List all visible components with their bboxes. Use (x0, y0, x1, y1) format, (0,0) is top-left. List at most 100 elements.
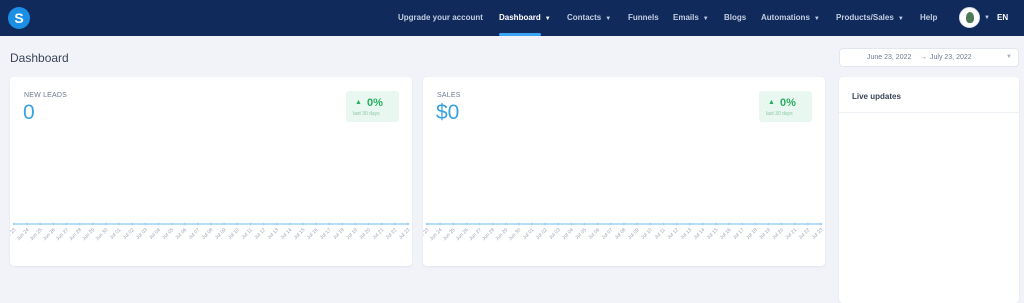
x-tick-label: Jul 16 (306, 227, 320, 241)
nav-dashboard[interactable]: Dashboard ▼ (499, 0, 551, 36)
x-tick-label: Jul 04 (561, 227, 575, 241)
x-tick-label: Jun 29 (81, 227, 96, 242)
data-point (649, 222, 652, 226)
x-tick-label: Jul 15 (293, 227, 307, 241)
data-point (222, 222, 226, 226)
data-point (504, 222, 507, 226)
data-point (793, 222, 796, 226)
data-point (819, 222, 823, 226)
x-tick-label: Jul 08 (614, 227, 628, 241)
x-tick-label: Jul 19 (758, 227, 772, 241)
x-tick-label: Jul 14 (280, 227, 294, 241)
data-point (196, 222, 200, 226)
x-tick-label: Jun 25 (442, 227, 457, 242)
data-point (767, 222, 770, 226)
data-point (367, 222, 370, 226)
x-tick-label: Jul 10 (227, 227, 241, 241)
x-tick-label: Jul 18 (745, 227, 759, 241)
x-tick-label: Jun 27 (468, 227, 483, 242)
trend-badge: ▲ 0% last 30 days (346, 91, 399, 122)
data-point (354, 222, 357, 226)
arrow-up-icon: ▲ (355, 99, 362, 106)
x-tick-label: Jul 13 (266, 227, 280, 241)
data-point (622, 222, 626, 226)
sales-card: SALES $0 ▲ 0% last 30 days Jun 23 Jun 24 J… (423, 77, 825, 266)
data-point (209, 222, 213, 226)
x-tick-label: Jun 28 (68, 227, 83, 242)
data-point (478, 222, 481, 226)
x-tick-label: Jul 09 (214, 227, 228, 241)
date-range-picker[interactable]: June 23, 2022 → July 23, 2022 ▼ (839, 48, 1019, 67)
data-point (249, 222, 252, 226)
data-point (65, 222, 68, 226)
x-tick-label: Jul 07 (188, 227, 202, 241)
x-tick-label: Jun 26 (42, 227, 57, 242)
data-point (727, 222, 731, 226)
avatar[interactable] (959, 7, 980, 28)
data-point (170, 222, 173, 226)
data-point (688, 222, 691, 226)
data-point (491, 222, 494, 226)
live-updates-title: Live updates (852, 92, 901, 101)
trend-badge: ▲ 0% last 30 days (759, 91, 812, 122)
x-tick-label: Jul 21 (371, 227, 385, 241)
chevron-down-icon: ▼ (544, 16, 551, 22)
nav-upgrade-account[interactable]: Upgrade your account (398, 0, 483, 36)
x-tick-label: Jul 20 (358, 227, 372, 241)
x-tick-label: Jul 10 (640, 227, 654, 241)
nav-products-sales[interactable]: Products/Sales ▼ (836, 0, 904, 36)
chevron-down-icon: ▼ (813, 16, 820, 22)
data-point (328, 222, 331, 226)
data-point (452, 222, 455, 226)
nav-automations[interactable]: Automations ▼ (761, 0, 820, 36)
data-point (635, 222, 639, 226)
avatar-image (966, 12, 974, 23)
app-logo[interactable]: S (8, 7, 30, 29)
data-point (517, 222, 521, 226)
data-point (701, 222, 704, 226)
date-range-end: July 23, 2022 (930, 54, 972, 61)
data-point (288, 222, 291, 226)
nav-blogs[interactable]: Blogs (724, 0, 746, 36)
data-point (25, 222, 29, 226)
chevron-down-icon: ▼ (897, 16, 904, 22)
data-point (465, 222, 468, 226)
x-tick-label: Jul 03 (548, 227, 562, 241)
page-title: Dashboard (10, 51, 69, 65)
x-tick-label: Jun 30 (507, 227, 522, 242)
x-tick-label: Jul 05 (574, 227, 588, 241)
x-tick-label: Jul 11 (240, 227, 254, 241)
nav-blogs-label: Blogs (724, 13, 747, 22)
card-value: 0 (23, 101, 35, 124)
data-point (262, 222, 265, 226)
data-point (806, 222, 810, 226)
x-tick-label: Jul 04 (148, 227, 162, 241)
data-point (583, 222, 586, 226)
x-tick-label: Jul 05 (161, 227, 175, 241)
nav-funnels[interactable]: Funnels (628, 0, 659, 36)
language-selector[interactable]: EN (997, 0, 1008, 36)
x-tick-label: Jul 22 (798, 227, 812, 241)
x-tick-label: Jul 22 (385, 227, 399, 241)
x-tick-label: Jul 18 (332, 227, 346, 241)
x-tick-label: Jul 21 (784, 227, 798, 241)
new-leads-card: NEW LEADS 0 ▲ 0% last 30 days Jun 23 Jun … (10, 77, 412, 266)
data-point (144, 222, 147, 226)
x-tick-label: Jul 06 (174, 227, 188, 241)
x-tick-label: Jul 20 (771, 227, 785, 241)
nav-help[interactable]: Help (920, 0, 937, 36)
data-point (780, 222, 783, 226)
x-tick-label: Jul 02 (122, 227, 136, 241)
live-updates-panel: Live updates (839, 77, 1019, 303)
data-point (78, 222, 81, 226)
x-tick-label: Jul 02 (535, 227, 549, 241)
chevron-down-icon: ▼ (605, 16, 612, 22)
x-tick-label: Jul 17 (732, 227, 746, 241)
chevron-down-icon[interactable]: ▼ (984, 0, 990, 36)
nav-funnels-label: Funnels (628, 13, 659, 22)
data-point (275, 222, 278, 226)
nav-contacts[interactable]: Contacts ▼ (567, 0, 611, 36)
data-point (406, 222, 410, 226)
nav-emails[interactable]: Emails ▼ (673, 0, 709, 36)
x-tick-label: Jul 14 (693, 227, 707, 241)
